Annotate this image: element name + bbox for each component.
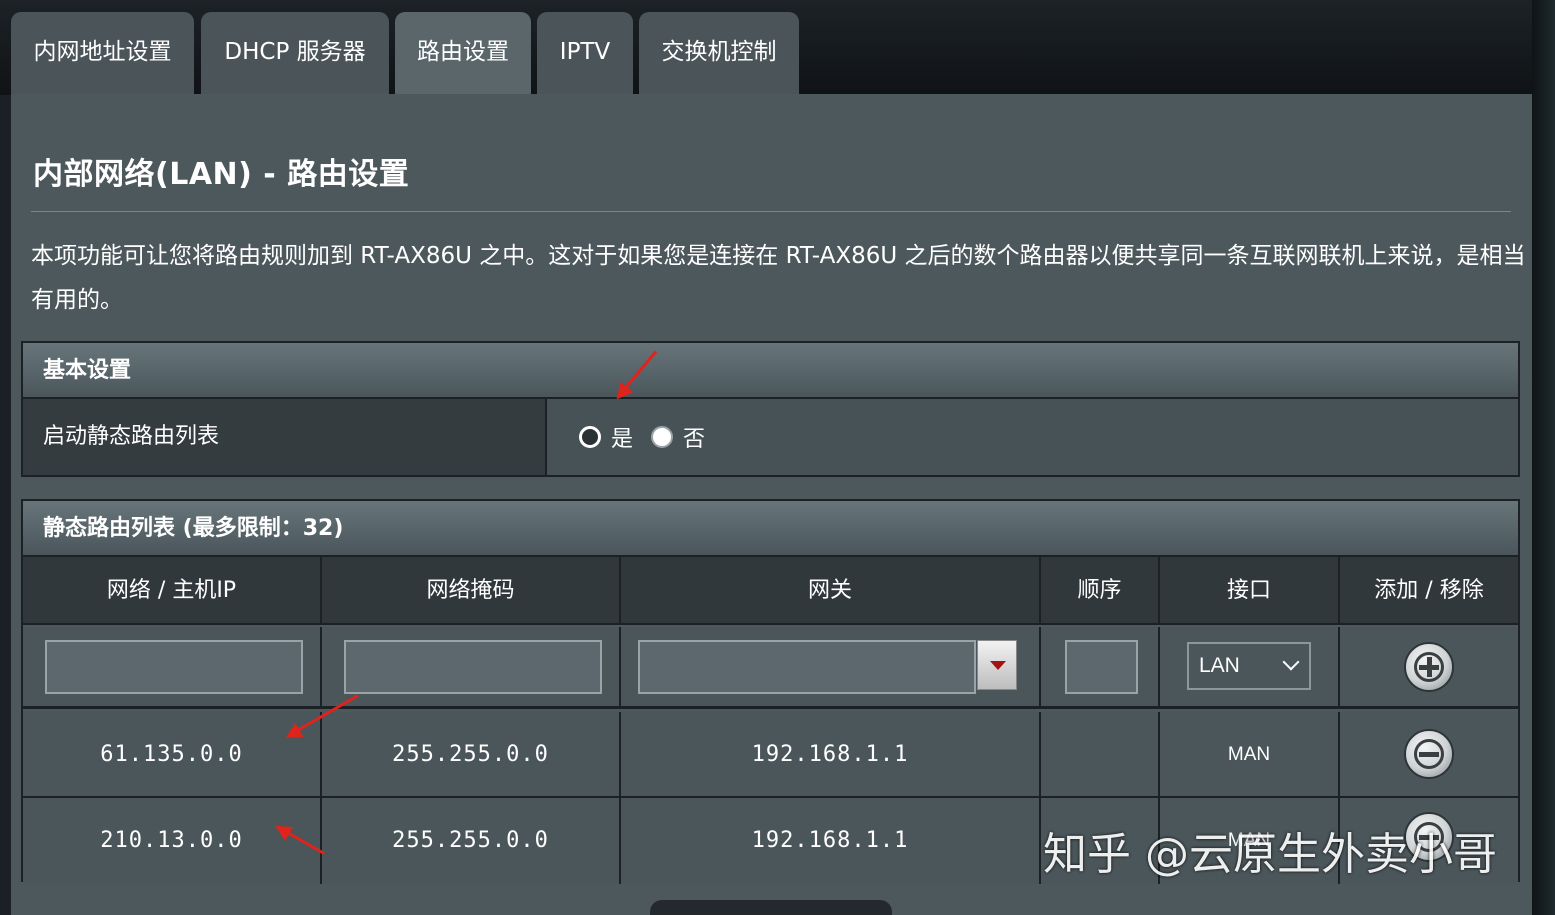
gateway-input[interactable] [638, 640, 976, 694]
row-metric [1041, 712, 1160, 796]
chevron-down-icon [1282, 653, 1300, 671]
title-divider [31, 211, 1511, 212]
new-route-input-row: LAN [23, 627, 1518, 709]
radio-no-label: 否 [683, 427, 706, 452]
static-route-enable-label: 启动静态路由列表 [23, 399, 547, 475]
remove-icon[interactable] [1404, 729, 1454, 779]
row-network: 210.13.0.0 [23, 798, 322, 884]
column-netmask: 网络掩码 [322, 557, 621, 623]
apply-button-partial[interactable] [650, 900, 892, 915]
page-title: 内部网络(LAN) - 路由设置 [33, 157, 410, 192]
static-route-header: 静态路由列表 (最多限制：32) [23, 501, 1518, 557]
metric-input[interactable] [1065, 640, 1138, 694]
dropdown-icon[interactable] [977, 640, 1017, 690]
main-panel: 内部网络(LAN) - 路由设置 本项功能可让您将路由规则加到 RT-AX86U… [11, 94, 1532, 915]
interface-select-value: LAN [1199, 654, 1240, 677]
interface-select[interactable]: LAN [1187, 642, 1311, 690]
radio-no[interactable] [651, 426, 674, 448]
left-edge [0, 95, 11, 915]
network-cell [23, 627, 322, 706]
tab-switch-control[interactable]: 交换机控制 [639, 12, 799, 95]
column-header-row: 网络 / 主机IP 网络掩码 网关 顺序 接口 添加 / 移除 [23, 557, 1518, 625]
page-description: 本项功能可让您将路由规则加到 RT-AX86U 之中。这对于如果您是连接在 RT… [31, 243, 1526, 313]
netmask-cell [322, 627, 621, 706]
row-gateway: 192.168.1.1 [621, 798, 1041, 884]
row-gateway: 192.168.1.1 [621, 712, 1041, 796]
row-interface: MAN [1160, 712, 1340, 796]
watermark: 知乎 @云原生外卖小哥 [1043, 829, 1497, 880]
table-row: 61.135.0.0 255.255.0.0 192.168.1.1 MAN [23, 712, 1518, 798]
row-netmask: 255.255.0.0 [322, 798, 621, 884]
column-network: 网络 / 主机IP [23, 557, 322, 623]
row-netmask: 255.255.0.0 [322, 712, 621, 796]
remove-cell [1340, 712, 1518, 796]
row-network: 61.135.0.0 [23, 712, 322, 796]
add-cell [1340, 627, 1518, 706]
add-icon[interactable] [1404, 642, 1454, 692]
static-route-enable-row: 启动静态路由列表 是 否 [23, 399, 1518, 475]
right-scroll-edge [1532, 0, 1555, 915]
radio-yes[interactable] [579, 426, 601, 448]
radio-yes-label: 是 [611, 427, 634, 452]
column-gateway: 网关 [621, 557, 1041, 623]
column-metric: 顺序 [1041, 557, 1160, 623]
network-ip-input[interactable] [45, 640, 303, 694]
netmask-input[interactable] [344, 640, 602, 694]
gateway-cell [621, 627, 1041, 706]
column-interface: 接口 [1160, 557, 1340, 623]
tab-route[interactable]: 路由设置 [395, 12, 531, 95]
column-add-remove: 添加 / 移除 [1374, 578, 1484, 603]
basic-settings-header: 基本设置 [23, 343, 1518, 399]
interface-cell: LAN [1160, 627, 1340, 706]
static-route-enable-radios: 是 否 [579, 421, 723, 453]
tab-iptv[interactable]: IPTV [537, 12, 633, 95]
tab-dhcp-server[interactable]: DHCP 服务器 [201, 12, 389, 95]
metric-cell [1041, 627, 1160, 706]
tab-lan-ip[interactable]: 内网地址设置 [11, 12, 194, 95]
basic-settings-table: 基本设置 启动静态路由列表 是 否 [21, 341, 1520, 477]
